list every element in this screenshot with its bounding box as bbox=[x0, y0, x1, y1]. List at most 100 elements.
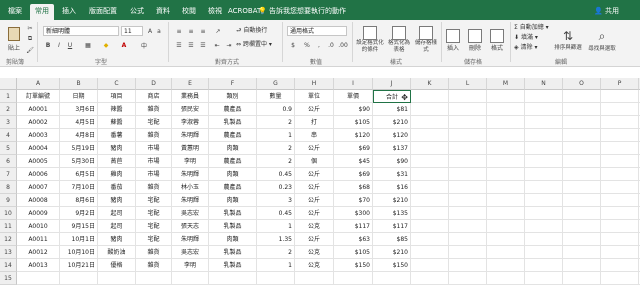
fill-button[interactable]: ⬇ 填滿 ▾ bbox=[514, 34, 538, 42]
header-cell[interactable]: 單價 bbox=[334, 90, 373, 103]
table-cell[interactable]: A0003 bbox=[17, 129, 60, 142]
table-cell[interactable]: 公斤 bbox=[295, 194, 334, 207]
empty-cell[interactable] bbox=[601, 207, 639, 220]
tab-data[interactable]: 資料 bbox=[152, 4, 174, 20]
table-cell[interactable]: 雞肉 bbox=[98, 168, 136, 181]
table-cell[interactable]: $70 bbox=[334, 194, 373, 207]
table-cell[interactable]: A0007 bbox=[17, 181, 60, 194]
empty-cell[interactable] bbox=[525, 129, 563, 142]
table-cell[interactable]: 市場 bbox=[136, 168, 172, 181]
empty-cell[interactable] bbox=[411, 142, 449, 155]
table-cell[interactable]: $85 bbox=[373, 233, 411, 246]
table-cell[interactable]: 7月10日 bbox=[60, 181, 98, 194]
table-cell[interactable]: 10月1日 bbox=[60, 233, 98, 246]
align-middle-icon[interactable]: ≡ bbox=[186, 26, 196, 36]
wrap-text-button[interactable]: ⮐ 自動換行 bbox=[236, 27, 267, 35]
table-cell[interactable]: 0.9 bbox=[257, 103, 295, 116]
tell-me-box[interactable]: 💡 告訴我您想要執行的動作 bbox=[258, 4, 346, 18]
empty-cell[interactable] bbox=[601, 181, 639, 194]
column-header-g[interactable]: G bbox=[257, 78, 295, 90]
empty-cell[interactable] bbox=[411, 155, 449, 168]
bold-icon[interactable]: B bbox=[44, 40, 52, 50]
empty-cell[interactable] bbox=[563, 129, 601, 142]
table-cell[interactable]: 10月21日 bbox=[60, 259, 98, 272]
empty-cell[interactable] bbox=[563, 90, 601, 103]
empty-cell[interactable] bbox=[563, 207, 601, 220]
empty-cell[interactable] bbox=[487, 129, 525, 142]
table-cell[interactable]: 農產品 bbox=[209, 155, 257, 168]
empty-cell[interactable] bbox=[449, 259, 487, 272]
table-cell[interactable]: 乳製品 bbox=[209, 220, 257, 233]
empty-cell[interactable] bbox=[449, 90, 487, 103]
empty-cell[interactable] bbox=[209, 272, 257, 285]
table-cell[interactable]: 雜貨 bbox=[136, 181, 172, 194]
table-cell[interactable]: 6月5日 bbox=[60, 168, 98, 181]
percent-icon[interactable]: % bbox=[302, 40, 312, 50]
empty-cell[interactable] bbox=[411, 194, 449, 207]
empty-cell[interactable] bbox=[411, 272, 449, 285]
row-header[interactable]: 4 bbox=[0, 129, 17, 142]
header-cell[interactable]: 數量 bbox=[257, 90, 295, 103]
empty-cell[interactable] bbox=[525, 272, 563, 285]
table-cell[interactable]: 乳製品 bbox=[209, 246, 257, 259]
empty-cell[interactable] bbox=[525, 142, 563, 155]
font-size-select[interactable]: 11 bbox=[121, 26, 143, 36]
table-cell[interactable]: 吳志宏 bbox=[172, 246, 209, 259]
table-cell[interactable]: $16 bbox=[373, 181, 411, 194]
header-cell[interactable]: 訂單編號 bbox=[17, 90, 60, 103]
empty-cell[interactable] bbox=[525, 116, 563, 129]
select-all-corner[interactable] bbox=[0, 78, 17, 90]
empty-cell[interactable] bbox=[487, 155, 525, 168]
empty-cell[interactable] bbox=[601, 272, 639, 285]
align-bottom-icon[interactable]: ≡ bbox=[198, 26, 208, 36]
column-header-e[interactable]: E bbox=[172, 78, 209, 90]
row-header[interactable]: 2 bbox=[0, 103, 17, 116]
table-cell[interactable]: 1.35 bbox=[257, 233, 295, 246]
table-cell[interactable]: 萵苣 bbox=[98, 155, 136, 168]
table-cell[interactable]: $105 bbox=[334, 116, 373, 129]
table-cell[interactable]: $210 bbox=[373, 116, 411, 129]
underline-icon[interactable]: U bbox=[66, 40, 74, 50]
column-header-m[interactable]: M bbox=[487, 78, 525, 90]
empty-cell[interactable] bbox=[525, 168, 563, 181]
empty-cell[interactable] bbox=[411, 220, 449, 233]
table-cell[interactable]: 肉類 bbox=[209, 233, 257, 246]
empty-cell[interactable] bbox=[487, 194, 525, 207]
table-cell[interactable]: 公斤 bbox=[295, 181, 334, 194]
column-header-b[interactable]: B bbox=[60, 78, 98, 90]
empty-cell[interactable] bbox=[487, 103, 525, 116]
table-cell[interactable]: 公克 bbox=[295, 259, 334, 272]
empty-cell[interactable] bbox=[601, 194, 639, 207]
row-header[interactable]: 9 bbox=[0, 194, 17, 207]
table-cell[interactable]: 8月6日 bbox=[60, 194, 98, 207]
table-cell[interactable]: 5月19日 bbox=[60, 142, 98, 155]
table-cell[interactable]: 宅配 bbox=[136, 233, 172, 246]
empty-cell[interactable] bbox=[563, 272, 601, 285]
table-cell[interactable]: 農產品 bbox=[209, 129, 257, 142]
table-cell[interactable]: 起司 bbox=[98, 207, 136, 220]
empty-cell[interactable] bbox=[411, 103, 449, 116]
column-header-k[interactable]: K bbox=[411, 78, 449, 90]
table-cell[interactable]: 1 bbox=[257, 259, 295, 272]
column-header-o[interactable]: O bbox=[563, 78, 601, 90]
phonetic-icon[interactable]: 中 bbox=[138, 40, 150, 50]
empty-cell[interactable] bbox=[525, 246, 563, 259]
empty-cell[interactable] bbox=[449, 168, 487, 181]
comma-icon[interactable]: , bbox=[314, 40, 324, 50]
sort-filter-button[interactable]: ⇅ 排序與篩選 bbox=[552, 22, 584, 58]
table-cell[interactable]: A0004 bbox=[17, 142, 60, 155]
empty-cell[interactable] bbox=[449, 116, 487, 129]
table-cell[interactable]: 市場 bbox=[136, 155, 172, 168]
table-cell[interactable]: A0013 bbox=[17, 259, 60, 272]
table-cell[interactable]: 市場 bbox=[136, 142, 172, 155]
empty-cell[interactable] bbox=[295, 272, 334, 285]
column-header-n[interactable]: N bbox=[525, 78, 563, 90]
empty-cell[interactable] bbox=[525, 194, 563, 207]
table-cell[interactable]: $81 bbox=[373, 103, 411, 116]
empty-cell[interactable] bbox=[525, 90, 563, 103]
empty-cell[interactable] bbox=[563, 220, 601, 233]
table-cell[interactable]: 優格 bbox=[98, 259, 136, 272]
empty-cell[interactable] bbox=[563, 155, 601, 168]
empty-cell[interactable] bbox=[487, 207, 525, 220]
table-cell[interactable]: A0008 bbox=[17, 194, 60, 207]
